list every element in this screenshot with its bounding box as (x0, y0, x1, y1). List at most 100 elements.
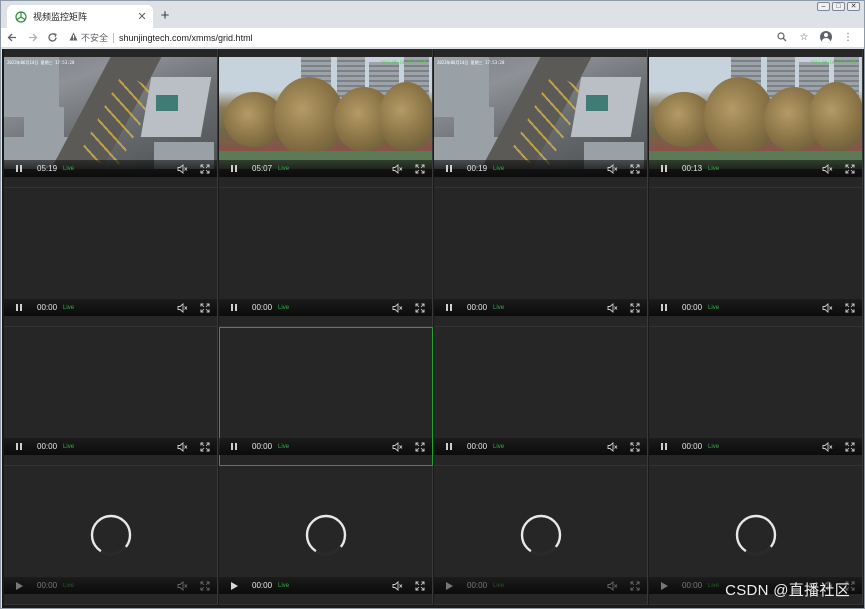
minimize-button[interactable]: – (817, 2, 830, 11)
player-controls: 00:00 Live (434, 577, 647, 594)
play-icon[interactable] (228, 580, 240, 592)
pause-icon[interactable] (443, 163, 455, 175)
player-controls-right (177, 302, 210, 313)
back-button[interactable] (3, 29, 21, 47)
pause-icon[interactable] (443, 302, 455, 314)
mute-icon[interactable] (177, 163, 188, 174)
video-player-cell[interactable]: 00:00 Live (4, 188, 218, 327)
pause-icon[interactable] (228, 302, 240, 314)
fullscreen-icon[interactable] (199, 580, 210, 591)
mute-icon[interactable] (607, 441, 618, 452)
video-player-cell[interactable]: 00:00 Live (4, 466, 218, 605)
zoom-search-icon[interactable] (774, 29, 790, 45)
play-icon[interactable] (443, 580, 455, 592)
menu-kebab-icon[interactable]: ⋮ (840, 29, 856, 45)
fullscreen-icon[interactable] (844, 441, 855, 452)
fullscreen-icon[interactable] (414, 580, 425, 591)
player-controls: 00:19 Live (434, 160, 647, 177)
pause-icon[interactable] (13, 441, 25, 453)
maximize-button[interactable]: □ (832, 2, 845, 11)
video-grid: 2023年06月14日 星期三 17:53:28 05:19 Live 2023-06… (2, 49, 864, 608)
fullscreen-icon[interactable] (629, 580, 640, 591)
video-player-cell[interactable]: 2023年06月14日 星期三 17:53:28 05:19 Live (4, 49, 218, 188)
video-player-cell[interactable]: 2023-06-14 17:53:28 00:13 Live (649, 49, 863, 188)
close-window-button[interactable]: ✕ (847, 2, 860, 11)
profile-avatar[interactable] (818, 29, 834, 45)
fullscreen-icon[interactable] (414, 302, 425, 313)
video-feed[interactable]: 2023-06-14 17:53:28 (649, 57, 862, 169)
mute-icon[interactable] (822, 441, 833, 452)
fullscreen-icon[interactable] (414, 163, 425, 174)
bookmark-star-icon[interactable]: ☆ (796, 29, 812, 45)
mute-icon[interactable] (607, 302, 618, 313)
elapsed-time: 00:19 (467, 164, 488, 173)
fullscreen-icon[interactable] (199, 302, 210, 313)
mute-icon[interactable] (822, 163, 833, 174)
fullscreen-icon[interactable] (629, 302, 640, 313)
elapsed-time: 00:00 (467, 442, 488, 451)
play-icon[interactable] (13, 580, 25, 592)
video-player-cell[interactable]: 00:00 Live (649, 327, 863, 466)
pause-icon[interactable] (658, 163, 670, 175)
live-badge: Live (708, 443, 720, 450)
video-player-cell[interactable]: 00:00 Live (434, 188, 648, 327)
video-feed[interactable]: 2023年06月14日 星期三 17:53:28 (434, 57, 647, 169)
elapsed-time: 00:00 (682, 442, 703, 451)
player-controls: 00:00 Live (4, 577, 217, 594)
video-player-cell[interactable]: 00:00 Live (219, 466, 433, 605)
url-text[interactable]: shunjingtech.com/xmms/grid.html (119, 33, 253, 43)
mute-icon[interactable] (177, 302, 188, 313)
pause-icon[interactable] (228, 163, 240, 175)
pause-icon[interactable] (658, 302, 670, 314)
security-label[interactable]: 不安全 (81, 31, 108, 44)
camera-osd-timestamp: 2023-06-14 17:53:28 (380, 60, 426, 65)
mute-icon[interactable] (392, 441, 403, 452)
pause-icon[interactable] (13, 163, 25, 175)
elapsed-time: 00:00 (467, 581, 488, 590)
tab-close-icon[interactable]: ✕ (135, 10, 149, 24)
video-player-cell[interactable]: 00:00 Live (4, 327, 218, 466)
video-feed[interactable]: 2023年06月14日 星期三 17:53:28 (4, 57, 217, 169)
forward-button[interactable] (23, 29, 41, 47)
video-player-cell[interactable]: 00:00 Live (219, 327, 433, 466)
mute-icon[interactable] (392, 580, 403, 591)
fullscreen-icon[interactable] (199, 163, 210, 174)
mute-icon[interactable] (177, 441, 188, 452)
fullscreen-icon[interactable] (629, 441, 640, 452)
play-icon[interactable] (658, 580, 670, 592)
tab-active[interactable]: 视频监控矩阵 ✕ (7, 5, 153, 28)
window-controls: – □ ✕ (817, 2, 860, 11)
warning-icon[interactable] (69, 32, 78, 43)
mute-icon[interactable] (392, 163, 403, 174)
new-tab-button[interactable]: + (157, 8, 173, 24)
fullscreen-icon[interactable] (414, 441, 425, 452)
fullscreen-icon[interactable] (199, 441, 210, 452)
pause-icon[interactable] (443, 441, 455, 453)
mute-icon[interactable] (822, 302, 833, 313)
video-player-cell[interactable]: 00:00 Live (219, 188, 433, 327)
mute-icon[interactable] (177, 580, 188, 591)
watermark: CSDN @直播社区 (725, 582, 850, 599)
fullscreen-icon[interactable] (844, 163, 855, 174)
live-badge: Live (708, 304, 720, 311)
player-controls-right (392, 302, 425, 313)
player-controls-right (177, 441, 210, 452)
pause-icon[interactable] (228, 441, 240, 453)
fullscreen-icon[interactable] (844, 302, 855, 313)
mute-icon[interactable] (607, 580, 618, 591)
video-player-cell[interactable]: 2023年06月14日 星期三 17:53:28 00:19 Live (434, 49, 648, 188)
reload-button[interactable] (43, 29, 61, 47)
video-player-cell[interactable]: 2023-06-14 17:53:28 05:07 Live (219, 49, 433, 188)
elapsed-time: 00:13 (682, 164, 703, 173)
mute-icon[interactable] (392, 302, 403, 313)
video-player-cell[interactable]: 00:00 Live (434, 466, 648, 605)
tree-shape (379, 82, 432, 152)
video-feed[interactable]: 2023-06-14 17:53:28 (219, 57, 432, 169)
mute-icon[interactable] (607, 163, 618, 174)
fullscreen-icon[interactable] (629, 163, 640, 174)
pause-icon[interactable] (13, 302, 25, 314)
video-player-cell[interactable]: 00:00 Live (434, 327, 648, 466)
pause-icon[interactable] (658, 441, 670, 453)
address-bar[interactable]: 不安全 shunjingtech.com/xmms/grid.html (69, 29, 841, 46)
video-player-cell[interactable]: 00:00 Live (649, 188, 863, 327)
